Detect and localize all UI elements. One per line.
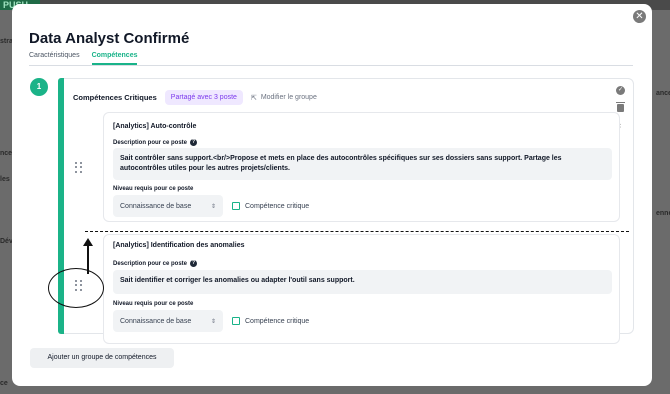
trash-icon[interactable] (616, 102, 625, 112)
level-select[interactable]: Connaissance de base ⇕ (113, 310, 223, 332)
description-label-text: Description pour ce poste (113, 260, 188, 267)
close-icon[interactable]: ✕ (633, 10, 646, 23)
tab-bar: Caractéristiques Compétences (29, 52, 633, 66)
group-name: Compétences Critiques (73, 93, 157, 102)
level-label: Niveau requis pour ce poste (113, 301, 194, 307)
skill-card: [Analytics] Auto-contrôle Description po… (103, 112, 620, 222)
select-arrows-icon: ⇕ (210, 203, 216, 210)
help-icon[interactable]: ? (190, 260, 198, 267)
tab-caracteristiques[interactable]: Caractéristiques (29, 52, 80, 65)
level-label: Niveau requis pour ce poste (113, 186, 194, 192)
critical-label: Compétence critique (245, 317, 310, 325)
skills-modal: ✕ Data Analyst Confirmé Caractéristiques… (12, 4, 652, 386)
description-field[interactable]: Sait identifier et corriger les anomalie… (113, 270, 612, 294)
step-badge: 1 (30, 78, 48, 96)
edit-group-link[interactable]: ⇱ Modifier le groupe (251, 94, 317, 102)
level-select[interactable]: Connaissance de base ⇕ (113, 195, 223, 217)
add-group-button[interactable]: Ajouter un groupe de compétences (30, 348, 174, 368)
skill-title: [Analytics] Identification des anomalies (113, 242, 245, 249)
edit-group-label: Modifier le groupe (260, 94, 317, 101)
modal-title: Data Analyst Confirmé (29, 30, 190, 47)
background-text: ce (0, 380, 8, 387)
description-label: Description pour ce poste ? (113, 139, 198, 146)
critical-checkbox[interactable]: Compétence critique (232, 317, 309, 325)
select-arrows-icon: ⇕ (210, 318, 216, 325)
drop-indicator-line (85, 231, 629, 232)
drag-handle-icon[interactable] (75, 162, 83, 174)
description-label-text: Description pour ce poste (113, 139, 188, 146)
shared-badge[interactable]: Partagé avec 3 poste (164, 90, 243, 105)
external-link-icon: ⇱ (250, 94, 257, 102)
check-circle-icon[interactable]: ✓ (616, 86, 625, 95)
group-header: Compétences Critiques Partagé avec 3 pos… (73, 90, 317, 105)
skill-title: [Analytics] Auto-contrôle (113, 123, 197, 130)
level-select-value: Connaissance de base (120, 317, 192, 325)
help-icon[interactable]: ? (190, 139, 198, 146)
critical-checkbox[interactable]: Compétence critique (232, 202, 309, 210)
checkbox-icon[interactable] (232, 317, 240, 325)
background-text: ances (656, 90, 670, 97)
background-text: ennes (656, 210, 670, 217)
skill-card: [Analytics] Identification des anomalies… (103, 234, 620, 344)
level-select-value: Connaissance de base (120, 202, 192, 210)
highlight-circle (48, 268, 104, 308)
checkbox-icon[interactable] (232, 202, 240, 210)
description-label: Description pour ce poste ? (113, 260, 198, 267)
description-field[interactable]: Sait contrôler sans support.<br/>Propose… (113, 148, 612, 180)
tab-competences[interactable]: Compétences (91, 52, 138, 65)
critical-label: Compétence critique (245, 202, 310, 210)
